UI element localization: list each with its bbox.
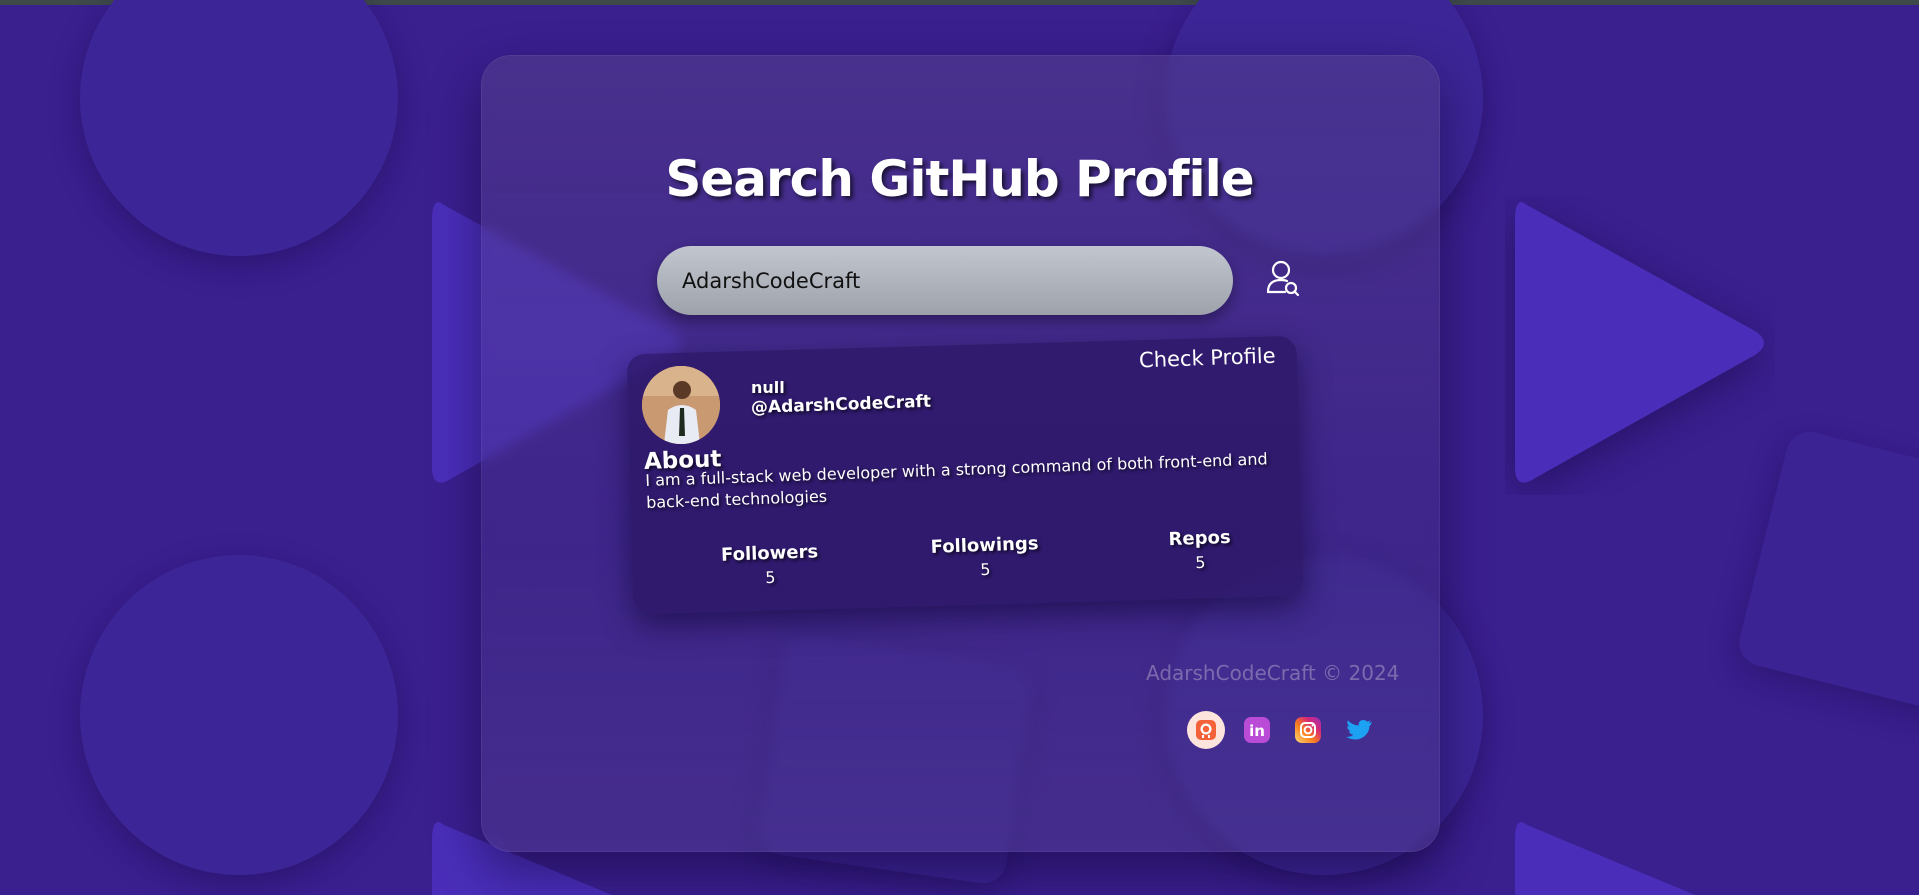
bg-triangle-right (1515, 202, 1764, 483)
search-user-button[interactable] (1263, 258, 1303, 298)
bg-circle-bottom-left (80, 555, 398, 875)
github-link[interactable] (1187, 711, 1225, 749)
twitter-link[interactable] (1340, 711, 1378, 749)
stat-followings: Followings 5 (924, 533, 1045, 581)
page-title: Search GitHub Profile (665, 150, 1254, 208)
avatar (642, 366, 720, 444)
instagram-link[interactable] (1289, 711, 1327, 749)
stat-repos: Repos 5 (1149, 526, 1250, 573)
linkedin-link[interactable]: in (1238, 711, 1276, 749)
stat-value: 5 (765, 567, 776, 588)
bg-triangle-bottom-right (1515, 822, 1695, 895)
stat-value: 5 (1195, 552, 1206, 573)
svg-text:in: in (1249, 722, 1265, 740)
stat-label: Followings (930, 533, 1039, 558)
instagram-icon (1295, 717, 1321, 743)
user-search-icon (1266, 260, 1300, 297)
bg-circle-top-left (80, 0, 398, 256)
footer-copyright: AdarshCodeCraft © 2024 (1146, 661, 1400, 685)
twitter-icon (1346, 720, 1372, 740)
stat-label: Repos (1168, 526, 1231, 551)
linkedin-icon: in (1244, 717, 1270, 743)
search-input[interactable] (657, 246, 1233, 315)
stat-followers: Followers 5 (719, 541, 820, 588)
profile-name: null (751, 378, 785, 397)
github-icon (1196, 720, 1216, 740)
stat-label: Followers (720, 541, 819, 566)
check-profile-link[interactable]: Check Profile (1139, 344, 1276, 373)
